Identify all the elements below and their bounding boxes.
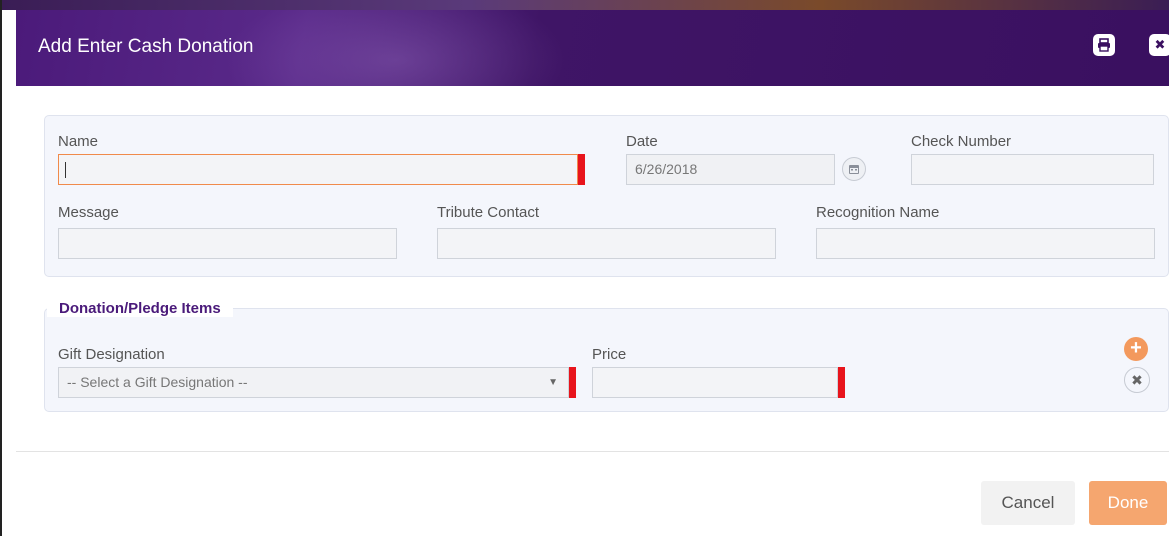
gift-designation-label: Gift Designation: [58, 346, 165, 363]
donation-items-title: Donation/Pledge Items: [47, 300, 233, 317]
check-number-input[interactable]: [911, 154, 1154, 185]
background-page-strip: [2, 0, 1169, 10]
print-button[interactable]: [1093, 34, 1115, 56]
print-icon: [1098, 38, 1110, 52]
dialog-header: Add Enter Cash Donation ✖: [16, 10, 1169, 86]
dialog-title: Add Enter Cash Donation: [38, 36, 254, 57]
required-indicator: [578, 154, 585, 185]
header-decoration: [196, 10, 596, 86]
recognition-name-input[interactable]: [816, 228, 1155, 259]
donation-items-panel: Gift Designation -- Select a Gift Design…: [44, 308, 1169, 412]
close-icon: ✖: [1154, 37, 1166, 52]
price-label: Price: [592, 346, 627, 363]
check-number-label: Check Number: [911, 133, 1012, 150]
name-input[interactable]: [58, 154, 578, 185]
message-input[interactable]: [58, 228, 397, 259]
remove-item-button[interactable]: ✖: [1124, 367, 1150, 393]
price-input[interactable]: [592, 367, 838, 398]
tribute-contact-input[interactable]: [437, 228, 776, 259]
gift-designation-selected: -- Select a Gift Designation --: [67, 374, 248, 390]
add-cash-donation-dialog: Add Enter Cash Donation ✖ Name Date 6/26…: [0, 0, 1169, 536]
name-label: Name: [58, 133, 99, 150]
gift-designation-select[interactable]: -- Select a Gift Designation -- ▼: [58, 367, 569, 398]
required-indicator: [838, 367, 845, 398]
close-button[interactable]: ✖: [1149, 34, 1169, 56]
required-indicator: [569, 367, 576, 398]
calendar-icon: [849, 165, 859, 174]
date-input[interactable]: 6/26/2018: [626, 154, 835, 185]
recognition-name-label: Recognition Name: [816, 204, 940, 221]
text-cursor: [65, 162, 66, 178]
add-item-button[interactable]: +: [1124, 337, 1148, 361]
message-label: Message: [58, 204, 119, 221]
dialog-body: Name Date 6/26/2018 Check Number Message: [16, 86, 1169, 451]
donation-details-panel: Name Date 6/26/2018 Check Number Message: [44, 115, 1169, 277]
plus-circle-icon: +: [1130, 337, 1142, 359]
tribute-contact-label: Tribute Contact: [437, 204, 539, 221]
calendar-button[interactable]: [842, 157, 866, 181]
done-button[interactable]: Done: [1089, 481, 1167, 525]
footer-divider: [16, 451, 1169, 452]
cancel-button[interactable]: Cancel: [981, 481, 1075, 525]
x-circle-icon: ✖: [1131, 371, 1143, 388]
dropdown-arrow-icon: ▼: [548, 377, 558, 388]
date-label: Date: [626, 133, 658, 150]
